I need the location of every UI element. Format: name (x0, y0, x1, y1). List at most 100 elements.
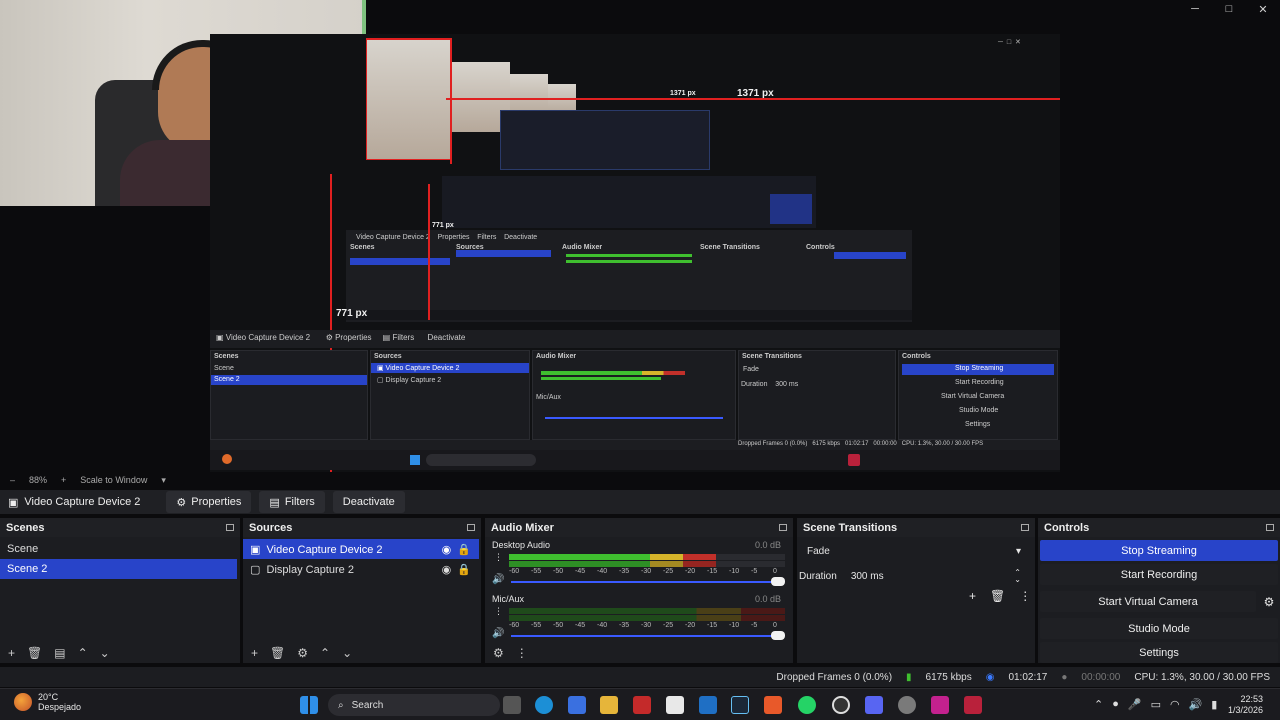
task-view-icon[interactable] (503, 696, 521, 714)
volume-slider-track[interactable] (511, 635, 783, 637)
calendar-icon[interactable] (666, 696, 684, 714)
recursive-capture (442, 176, 816, 228)
zoom-minus-icon[interactable]: – (10, 475, 15, 485)
trash-icon[interactable]: 🗑 (990, 589, 1005, 603)
transition-select[interactable]: Fade ▾ (801, 541, 1027, 561)
studio-mode-button[interactable]: Studio Mode (1040, 618, 1278, 639)
undock-icon[interactable] (1266, 524, 1274, 531)
shield-icon[interactable] (633, 696, 651, 714)
lock-icon[interactable]: 🔒 (457, 564, 471, 576)
recursive-controls-blue (770, 194, 812, 224)
wifi-icon[interactable]: ◠ (1170, 698, 1180, 711)
deactivate-button[interactable]: Deactivate (332, 491, 405, 513)
settings-button[interactable]: Settings (1040, 642, 1278, 663)
close-button[interactable]: ✕ (1246, 0, 1280, 18)
clock[interactable]: 22:53 1/3/2026 (1228, 694, 1263, 716)
filters-button[interactable]: ▤ Filters (259, 491, 325, 513)
undock-icon[interactable] (226, 524, 234, 531)
zoom-plus-icon[interactable]: + (61, 475, 66, 485)
source-item[interactable]: ▢ Display Capture 2 ◉ 🔒 (243, 559, 479, 579)
down-icon[interactable]: ⌄ (342, 646, 352, 660)
obs-icon[interactable] (832, 696, 850, 714)
volume-slider-handle[interactable] (771, 577, 785, 586)
add-icon[interactable]: + (8, 646, 15, 660)
chevron-down-icon[interactable]: ▾ (161, 475, 166, 486)
audio-mixer-dock: Audio Mixer Desktop Audio 0.0 dB ⋮ -60 -5… (485, 518, 793, 663)
add-icon[interactable]: + (251, 646, 258, 660)
weather-icon (14, 693, 32, 711)
mini-text: Fade (743, 366, 759, 373)
brave-icon[interactable] (764, 696, 782, 714)
speaker-icon[interactable]: 🔊 (492, 574, 504, 585)
tray-app-icon[interactable]: ● (1112, 698, 1119, 711)
spin-icon[interactable]: ⌃ ⌄ (1014, 569, 1021, 584)
down-icon[interactable]: ⌄ (100, 646, 110, 660)
mini-selected (834, 252, 906, 259)
volume-slider-handle[interactable] (771, 631, 785, 640)
kebab-icon[interactable]: ⋮ (494, 606, 503, 617)
folder-icon[interactable] (600, 696, 618, 714)
trash-icon[interactable]: 🗑 (27, 646, 42, 660)
meter-scale-tick: -30 (641, 568, 652, 575)
volume-slider-track[interactable] (511, 581, 783, 583)
up-icon[interactable]: ⌃ (320, 646, 330, 660)
gear-icon[interactable]: ⚙ (493, 646, 504, 660)
undock-icon[interactable] (1021, 524, 1029, 531)
minimize-button[interactable]: ─ (1178, 0, 1212, 18)
maximize-button[interactable]: □ (1212, 0, 1246, 18)
tray-chevron-icon[interactable]: ⌃ (1094, 698, 1103, 711)
weather-widget[interactable]: 20°C Despejado (14, 692, 81, 712)
kebab-icon[interactable]: ⋮ (516, 646, 528, 660)
battery-icon[interactable]: ▮ (1211, 698, 1217, 711)
gear-icon[interactable]: ⚙ (297, 646, 308, 660)
speaker-icon[interactable]: 🔊 (492, 628, 504, 639)
mini-text: Duration 300 ms (741, 381, 799, 388)
chrome-icon[interactable] (568, 696, 586, 714)
transition-selected: Fade (807, 545, 830, 557)
duration-value[interactable]: 300 ms (851, 571, 884, 582)
kebab-icon[interactable]: ⋮ (1019, 589, 1031, 603)
window-controls: ─ □ ✕ (1178, 0, 1280, 18)
properties-button[interactable]: ⚙ Properties (166, 491, 252, 513)
up-icon[interactable]: ⌃ (78, 646, 88, 660)
undock-icon[interactable] (779, 524, 787, 531)
stop-streaming-button[interactable]: Stop Streaming (1040, 540, 1278, 561)
undock-icon[interactable] (467, 524, 475, 531)
trash-icon[interactable]: 🗑 (270, 646, 285, 660)
edge-icon[interactable] (535, 696, 553, 714)
eye-icon[interactable]: ◉ (442, 544, 452, 556)
camera-icon: ▣ (8, 496, 19, 509)
windows-start-icon[interactable] (300, 696, 318, 714)
preview-canvas[interactable]: ─ □ ✕ Video Capture Device 2 Properties … (0, 0, 1280, 472)
scene-item-label: Scene (7, 543, 39, 555)
preview-zoom-row: – 88% + Scale to Window ▾ (0, 472, 1280, 488)
lock-icon[interactable]: 🔒 (457, 544, 471, 556)
phone-link-icon[interactable] (931, 696, 949, 714)
scene-item-selected[interactable]: Scene 2 (0, 559, 237, 579)
mic-icon[interactable]: 🎤 (1128, 698, 1142, 711)
add-icon[interactable]: + (969, 589, 976, 603)
discord-icon[interactable] (865, 696, 883, 714)
streamdeck-icon[interactable] (964, 696, 982, 714)
eye-icon[interactable]: ◉ (442, 564, 452, 576)
start-virtual-camera-button[interactable]: Start Virtual Camera (1040, 591, 1256, 612)
scale-mode[interactable]: Scale to Window (80, 475, 147, 485)
start-recording-button[interactable]: Start Recording (1040, 564, 1278, 585)
whatsapp-icon[interactable] (798, 696, 816, 714)
source-item-selected[interactable]: ▣ Video Capture Device 2 ◉ 🔒 (243, 539, 479, 559)
sources-title: Sources (249, 521, 293, 534)
red-guide-vertical (428, 184, 430, 320)
mini-obs-window: Video Capture Device 2 Properties Filter… (346, 230, 912, 322)
display-capture-source[interactable]: ─ □ ✕ Video Capture Device 2 Properties … (210, 34, 1060, 472)
volume-icon[interactable]: 🔊 (1189, 698, 1203, 711)
steam-icon[interactable] (731, 696, 749, 714)
filter-icon[interactable]: ▤ (54, 646, 65, 660)
gear-icon[interactable]: ⚙ (1258, 595, 1280, 609)
outlook-icon[interactable] (699, 696, 717, 714)
settings-app-icon[interactable] (898, 696, 916, 714)
taskbar-search[interactable]: ⌕ Search (328, 694, 500, 716)
display-icon[interactable]: ▭ (1151, 698, 1161, 711)
kebab-icon[interactable]: ⋮ (494, 552, 503, 563)
scene-item[interactable]: Scene (0, 539, 237, 559)
mini-slider (545, 417, 723, 419)
